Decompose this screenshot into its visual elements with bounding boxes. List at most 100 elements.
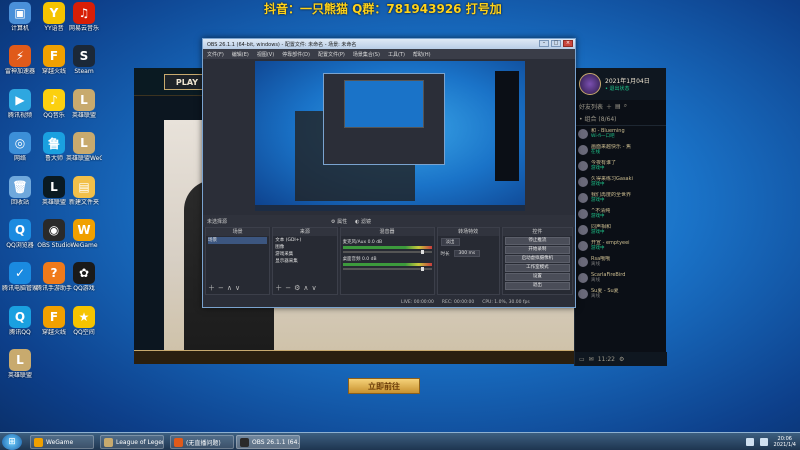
desktop-icon[interactable]: ★ QQ空间 [66,306,102,336]
friend-list-item[interactable]: 和 - Blueming Wi-fi一口吧 [575,126,666,142]
app-icon: F [43,45,65,67]
desktop-icon[interactable]: ▣ 计算机 [2,2,38,32]
avatar[interactable] [579,73,601,95]
taskbar-item[interactable]: (无直播问题) [170,435,234,449]
app-icon: F [43,306,65,328]
start-button[interactable]: ⊞ [2,434,22,450]
clock-date: 2021/1/4 [773,442,796,448]
friend-list-item[interactable]: ScarlaFireBird 离线 [575,270,666,286]
scene-item[interactable]: 场景 [208,237,268,244]
control-button[interactable]: 启动虚拟摄像机 [504,255,570,263]
desktop-icon[interactable]: ⚡ 雷神加速器 [2,45,38,75]
desktop-icon[interactable]: 🗑 回收站 [2,176,38,206]
network-icon[interactable] [745,438,754,446]
clock[interactable]: 20:06 2021/1/4 [774,436,796,448]
mixer-channel-name: 麦克风/Aux [342,240,367,245]
friend-list-item[interactable]: Su夏 - Su夏 离线 [575,286,666,302]
profile-date: 2021年1月04日 [605,78,650,85]
chat-icon[interactable]: ▭ [579,356,585,363]
desktop-icon-label: 英雄联盟 [7,372,32,379]
sources-dock-actions[interactable]: ＋−⚙∧∨ [275,283,319,293]
app-icon: ✿ [73,262,95,284]
menu-item[interactable]: 视图(V) [257,51,274,58]
mixer-channel: 桌面音频 0.0 dB [342,256,432,271]
friend-group-header[interactable]: • 组合 (8/64) [575,112,666,126]
friend-list-item[interactable]: Rsa哦哦 离线 [575,254,666,270]
gear-icon[interactable]: ⚙ [619,356,624,363]
desktop-icon[interactable]: ✿ QQ游戏 [66,262,102,292]
scenes-dock: 场景 场景 ＋−∧∨ [205,227,271,295]
menu-item[interactable]: 帮助(H) [413,51,431,58]
friend-list-item[interactable]: 同声相和 游戏中 [575,222,666,238]
source-item[interactable]: 显示器采集 [275,258,334,265]
filters-button[interactable]: ◐ 滤镜 [355,218,371,225]
friend-list-item[interactable]: ^不清纯 游戏中 [575,206,666,222]
friend-list-item[interactable]: 开宣 - emptyeei 游戏中 [575,238,666,254]
taskbar-item[interactable]: WeGame [30,435,94,449]
properties-button[interactable]: ⚙ 属性 [331,218,347,225]
desktop-icon-label: 回收站 [10,199,29,206]
friend-status: 游戏中 [591,166,605,171]
menu-item[interactable]: 场景集合(S) [353,51,380,58]
menu-item[interactable]: 停靠部件(D) [282,51,310,58]
control-button[interactable]: 设置 [504,273,570,281]
friend-list-item[interactable]: 今夜有谁了 游戏中 [575,158,666,174]
profile-status[interactable]: • 退出状态 [605,85,650,92]
mail-icon[interactable]: ✉ [589,356,594,363]
avatar [578,177,588,187]
desktop-icon[interactable]: S Steam [66,45,102,75]
menu-item[interactable]: 编辑(E) [232,51,249,58]
scenes-dock-title: 场景 [206,228,270,236]
volume-slider[interactable] [342,250,432,254]
duration-input[interactable]: 300 ms [453,250,481,257]
obs-preview[interactable] [255,61,525,211]
app-icon: ▶ [9,89,31,111]
control-button[interactable]: 开始录制 [504,246,570,254]
app-icon: L [73,89,95,111]
menu-item[interactable]: 文件(F) [207,51,224,58]
source-item[interactable]: 文本 (GDI+) [275,237,334,244]
desktop-icon[interactable]: ▤ 新建文件夹 [66,176,102,206]
control-button[interactable]: 工作室模式 [504,264,570,272]
desktop-icon[interactable]: L英雄联盟WeGame [66,132,102,162]
taskbar-item[interactable]: League of Legen... [100,435,164,449]
add-friend-icon[interactable]: ＋ [606,102,612,111]
volume-slider[interactable] [342,267,432,271]
menu-item[interactable]: 工具(T) [388,51,405,58]
scenes-dock-actions[interactable]: ＋−∧∨ [208,283,243,293]
volume-icon[interactable] [759,438,768,446]
minimize-button[interactable]: – [539,40,549,47]
folder-icon[interactable]: ▤ [615,103,621,110]
source-item[interactable]: 图像 [275,244,334,251]
menu-item[interactable]: 配置文件(P) [318,51,345,58]
enter-button[interactable]: 立即前往 [348,378,420,394]
desktop-icon[interactable]: ◎ 网络 [2,132,38,162]
desktop-icon[interactable]: ♫ 网易云音乐 [66,2,102,32]
desktop-icon[interactable]: L 英雄联盟 [66,89,102,119]
maximize-button[interactable]: □ [551,40,561,47]
friends-bottom-bar: ▭ ✉ 11:22 ⚙ [575,352,667,366]
desktop-icon[interactable]: ▶ 腾讯视频 [2,89,38,119]
avatar [578,225,588,235]
desktop-icon[interactable]: L 英雄联盟 [2,349,38,379]
taskbar-item[interactable]: OBS 26.1.1 (64... [236,435,300,449]
control-button[interactable]: 退出 [504,282,570,290]
desktop-icon[interactable]: ✓ 腾讯电脑管家 [2,262,38,292]
source-item[interactable]: 游戏采集 [275,251,334,258]
close-button[interactable]: × [563,40,573,47]
desktop-icon[interactable]: W WeGame [66,219,102,249]
transition-select[interactable]: 淡出 [440,238,460,246]
avatar [578,241,588,251]
search-icon[interactable]: ⌕ [624,102,627,110]
desktop-icon-label: QQ空间 [73,329,95,336]
desktop-icon[interactable]: Q QQ浏览器 [2,219,38,249]
friend-status: 在线 [591,150,600,155]
desktop-icon-label: QQ游戏 [73,285,95,292]
friend-list-item[interactable]: 我们再度的全世界 游戏中 [575,190,666,206]
friend-list-item[interactable]: 画面来越快乐 - 焦在线 [575,142,666,158]
obs-title-bar[interactable]: OBS 26.1.1 (64-bit, windows) - 配置文件: 未命名… [203,39,575,49]
desktop-icon[interactable]: Q 腾讯QQ [2,306,38,336]
control-button[interactable]: 停止推流 [504,237,570,245]
avatar [578,257,588,267]
friend-list-item[interactable]: 久得来练习Gasaki 游戏中 [575,174,666,190]
